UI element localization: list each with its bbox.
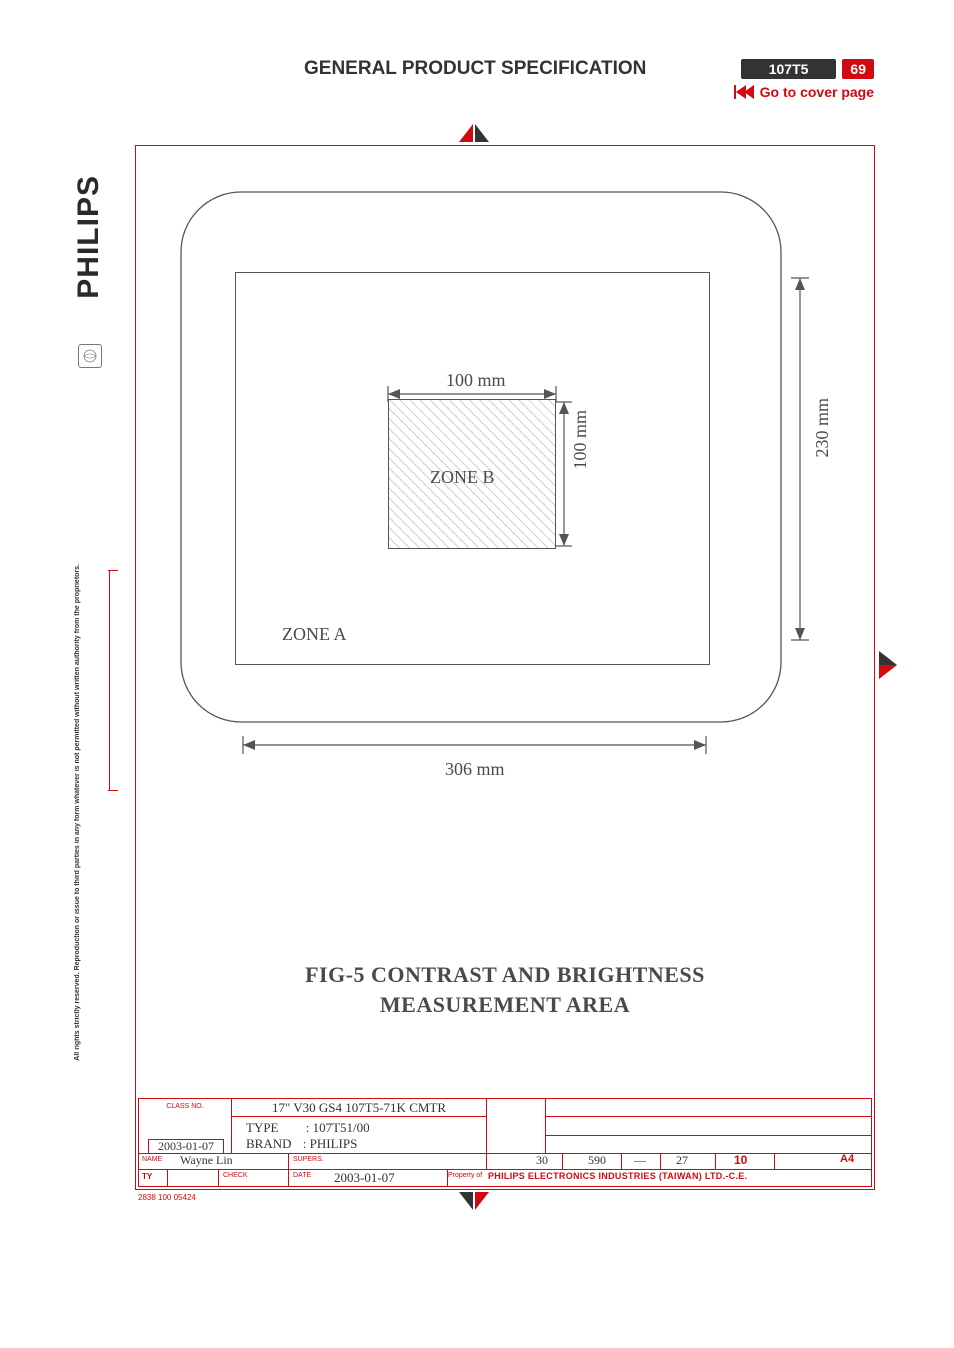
num-27: 27 [676,1153,688,1168]
nav-down-icon-alt[interactable] [459,1192,473,1210]
num-30: 30 [536,1153,548,1168]
supers-label: SUPERS. [293,1156,324,1163]
copyright-rule-tick [108,790,118,791]
page-header: GENERAL PRODUCT SPECIFICATION 107T5 69 G… [0,58,954,100]
drawing-title: 17" V30 GS4 107T5-71K CMTR [231,1098,487,1117]
title-block: CLASS NO. 17" V30 GS4 107T5-71K CMTR TYP… [138,1098,872,1187]
rewind-icon [734,85,754,99]
model-page-badge: 107T5 69 [741,59,874,79]
figure-caption: FIG-5 CONTRAST AND BRIGHTNESS MEASUREMEN… [135,962,875,1018]
tb-cell [486,1098,546,1154]
form-code: 2838 100 05424 [138,1193,196,1202]
dim-outer-height: 230 mm [812,398,833,458]
zone-a-label: ZONE A [279,623,350,646]
name-label: NAME [142,1156,162,1163]
figure-caption-line1: FIG-5 CONTRAST AND BRIGHTNESS [135,962,875,988]
model-badge: 107T5 [741,59,837,79]
property-value: PHILIPS ELECTRONICS INDUSTRIES (TAIWAN) … [488,1171,747,1181]
date-top: 2003-01-07 [148,1139,224,1154]
type-value: : 107T51/00 [306,1120,370,1135]
tb-cell [774,1153,872,1170]
tb-cell [545,1098,872,1117]
paper-size: A4 [840,1153,854,1165]
nav-up-icon-alt[interactable] [475,124,489,142]
tb-cell [167,1169,219,1187]
date-label: DATE [293,1172,311,1179]
nav-up-icon[interactable] [459,124,473,142]
figure-caption-line2: MEASUREMENT AREA [135,992,875,1018]
type-label: TYPE [246,1120,279,1135]
dim-outer-width: 306 mm [445,759,505,780]
page-number-badge: 69 [842,59,874,79]
property-label: Property of [448,1172,482,1179]
brand-row: BRAND : PHILIPS [246,1136,357,1152]
tb-cell [660,1153,716,1170]
tb-cell [545,1135,872,1154]
tb-cell [486,1153,563,1170]
cover-link-label: Go to cover page [760,84,874,100]
nav-right-icon[interactable] [879,665,897,679]
brand-shield-icon [78,344,102,368]
go-to-cover-link[interactable]: Go to cover page [734,84,874,100]
nav-down-icon[interactable] [475,1192,489,1210]
ty-label: TY [142,1172,152,1181]
copyright-rule [108,570,110,790]
nav-right-icon-alt[interactable] [879,651,897,665]
page-title: GENERAL PRODUCT SPECIFICATION [304,58,646,80]
brand-label: BRAND [246,1136,292,1151]
check-label: CHECK [223,1172,248,1179]
zone-b-label: ZONE B [430,467,495,488]
copyright-rule-tick [108,570,118,571]
date-bottom: 2003-01-07 [334,1170,395,1186]
dim-inner-height: 100 mm [570,410,591,470]
brand-value: : PHILIPS [303,1136,358,1151]
type-row: TYPE : 107T51/00 [246,1120,370,1136]
brand-logo-text: PHILIPS [72,175,106,299]
num-dash: — [634,1153,646,1168]
num-590: 590 [588,1153,606,1168]
dim-inner-width: 100 mm [446,370,506,391]
name-value: Wayne Lin [180,1153,233,1168]
num-10: 10 [734,1153,747,1167]
tb-cell [545,1116,872,1135]
